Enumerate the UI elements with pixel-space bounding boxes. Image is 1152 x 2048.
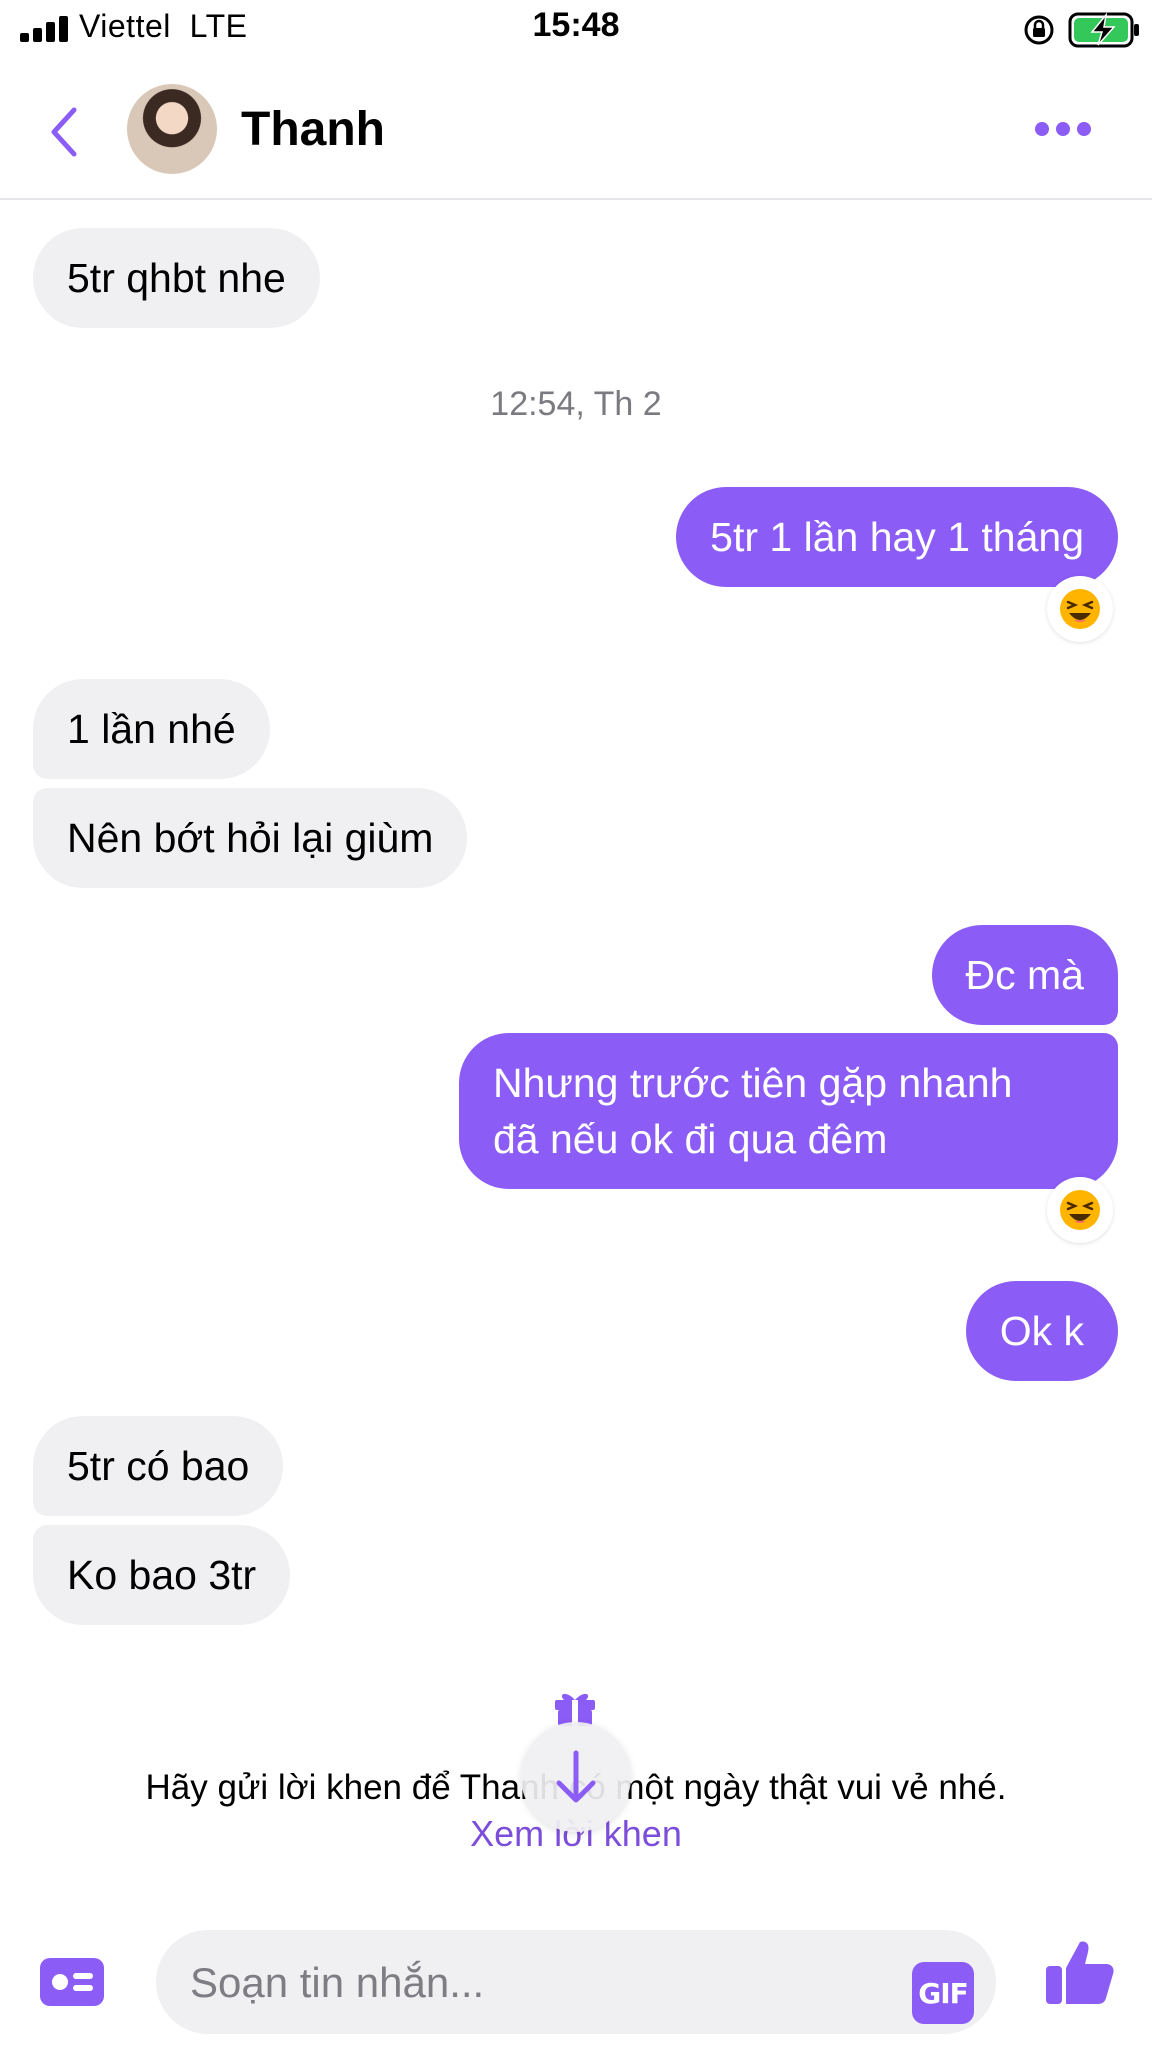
chat-header: Thanh <box>0 64 1152 200</box>
contact-card-icon[interactable] <box>40 1958 104 2006</box>
outgoing-message[interactable]: Đc mà <box>931 925 1118 1025</box>
laughing-face-icon <box>1060 589 1100 629</box>
message-timestamp: 12:54, Th 2 <box>490 385 662 423</box>
thumbs-up-icon[interactable] <box>1044 1936 1116 2008</box>
status-time: 15:48 <box>532 6 620 44</box>
scroll-to-bottom-button[interactable] <box>521 1722 631 1832</box>
rotation-lock-icon <box>1024 15 1054 45</box>
gif-button[interactable]: GIF <box>912 1962 974 2024</box>
outgoing-message[interactable]: Ok k <box>965 1281 1118 1381</box>
incoming-message[interactable]: 5tr có bao <box>33 1416 284 1516</box>
battery-charging-icon <box>1068 12 1139 48</box>
incoming-message[interactable]: 5tr qhbt nhe <box>33 228 320 328</box>
contact-name[interactable]: Thanh <box>241 102 385 157</box>
incoming-message[interactable]: Ko bao 3tr <box>33 1525 291 1625</box>
arrow-down-icon <box>556 1750 596 1803</box>
message-input-container: GIF <box>156 1930 996 2036</box>
laughing-face-icon <box>1060 1190 1100 1230</box>
message-input[interactable] <box>188 1930 872 2036</box>
reaction-badge[interactable] <box>1047 576 1113 642</box>
status-bar: Viettel LTE 15:48 <box>0 0 1152 60</box>
message-composer: GIF <box>0 1900 1152 2048</box>
contact-avatar[interactable] <box>127 84 217 174</box>
reaction-badge[interactable] <box>1047 1177 1113 1243</box>
incoming-message[interactable]: Nên bớt hỏi lại giùm <box>33 788 468 888</box>
outgoing-message[interactable]: Nhưng trước tiên gặp nhanh đã nếu ok đi … <box>459 1033 1118 1189</box>
more-options-icon[interactable] <box>1032 118 1094 140</box>
incoming-message[interactable]: 1 lần nhé <box>33 679 270 779</box>
back-chevron-icon[interactable] <box>44 102 84 162</box>
outgoing-message[interactable]: 5tr 1 lần hay 1 tháng <box>676 487 1118 587</box>
